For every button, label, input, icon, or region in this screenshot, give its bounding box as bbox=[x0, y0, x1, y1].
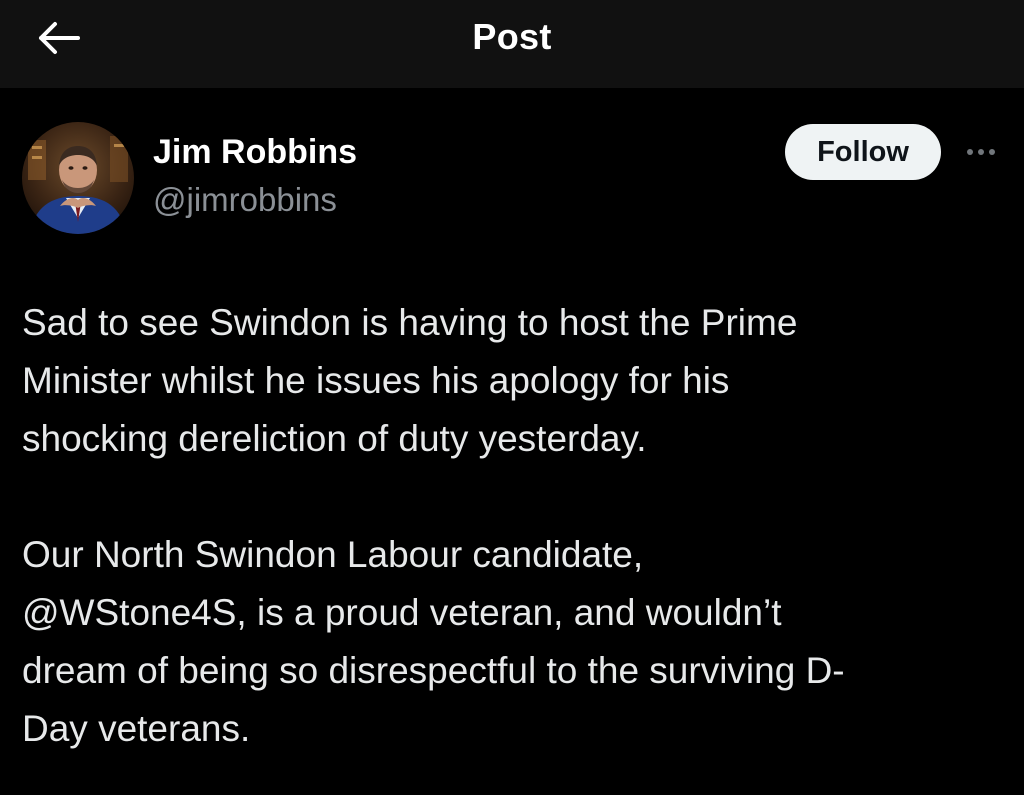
follow-button[interactable]: Follow bbox=[785, 124, 941, 180]
more-horizontal-icon bbox=[978, 149, 984, 155]
avatar[interactable] bbox=[22, 122, 134, 234]
top-app-bar: Post bbox=[0, 0, 1024, 88]
author-name[interactable]: Jim Robbins bbox=[153, 133, 357, 172]
more-options-button[interactable] bbox=[958, 138, 1004, 166]
page-title: Post bbox=[472, 16, 552, 57]
profile-photo bbox=[22, 122, 134, 234]
more-horizontal-icon bbox=[989, 149, 995, 155]
author-handle[interactable]: @jimrobbins bbox=[153, 181, 337, 219]
post-paragraph: Sad to see Swindon is having to host the… bbox=[22, 302, 798, 459]
post-text: Sad to see Swindon is having to host the… bbox=[22, 294, 1012, 758]
more-horizontal-icon bbox=[967, 149, 973, 155]
post-paragraph: Our North Swindon Labour candidate, @WSt… bbox=[22, 534, 845, 749]
